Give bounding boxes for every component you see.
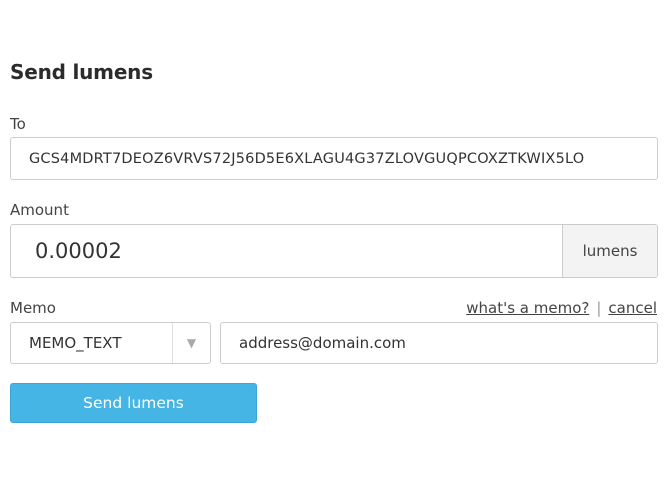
amount-input-group: 0.00002 lumens: [10, 224, 658, 278]
memo-links-separator: |: [596, 299, 602, 317]
send-lumens-button[interactable]: Send lumens: [10, 383, 257, 423]
cancel-memo-link[interactable]: cancel: [608, 299, 657, 317]
memo-label: Memo: [10, 299, 56, 317]
destination-address-value: GCS4MDRT7DEOZ6VRVS72J56D5E6XLAGU4G37ZLOV…: [29, 150, 585, 167]
form-title: Send lumens: [10, 60, 153, 84]
to-label: To: [10, 115, 26, 133]
amount-unit-addon: lumens: [562, 225, 657, 277]
memo-type-select[interactable]: MEMO_TEXT ▼: [10, 322, 211, 364]
memo-text-value: address@domain.com: [239, 334, 406, 352]
destination-address-input[interactable]: GCS4MDRT7DEOZ6VRVS72J56D5E6XLAGU4G37ZLOV…: [10, 137, 658, 180]
amount-input[interactable]: 0.00002: [11, 239, 562, 263]
memo-type-value: MEMO_TEXT: [29, 334, 122, 352]
whats-a-memo-link[interactable]: what's a memo?: [466, 299, 589, 317]
send-lumens-form: Send lumens To GCS4MDRT7DEOZ6VRVS72J56D5…: [0, 0, 669, 488]
amount-label: Amount: [10, 201, 69, 219]
memo-links: what's a memo? | cancel: [466, 299, 657, 317]
memo-text-input[interactable]: address@domain.com: [220, 322, 658, 364]
chevron-down-icon: ▼: [172, 323, 210, 363]
